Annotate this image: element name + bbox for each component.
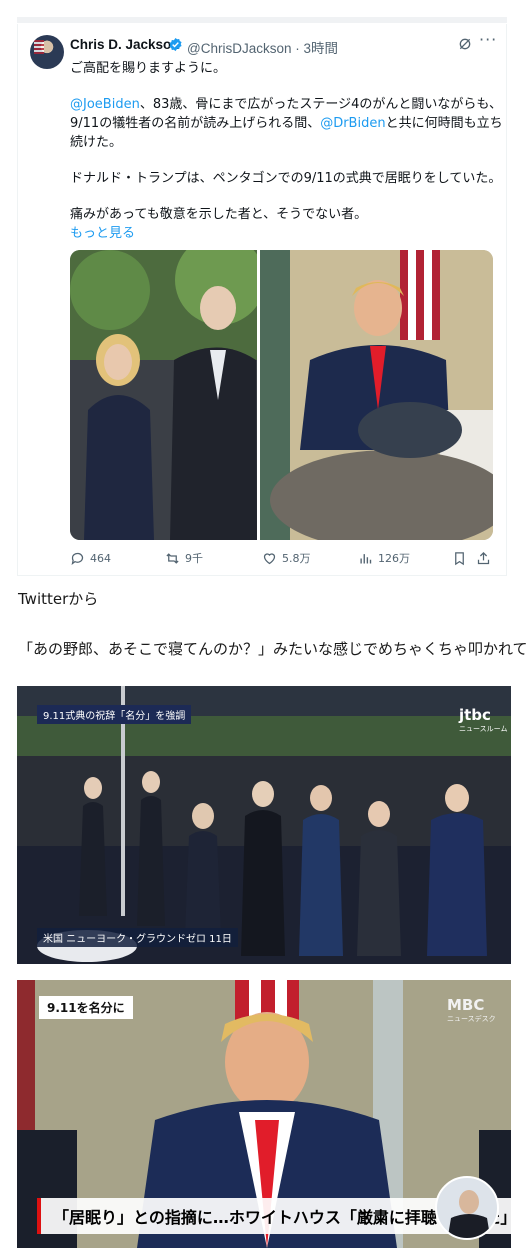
- source-caption: Twitterから: [18, 590, 99, 608]
- tweet-text: ご高配を賜りますように。 @JoeBiden、83歳、骨にまで広がったステージ4…: [70, 59, 503, 243]
- mbc-logo: MBC ニュースデスク: [447, 996, 496, 1023]
- reply-icon: [71, 552, 84, 565]
- author-handle: @ChrisDJackson · 3時間: [187, 41, 339, 56]
- show-more-link[interactable]: もっと見る: [70, 224, 490, 243]
- tweet-card[interactable]: Chris D. Jackson @ChrisDJackson · 3時間 ··…: [17, 24, 507, 576]
- mention-link[interactable]: @DrBiden: [320, 116, 385, 131]
- tweet-line: 続けた。: [70, 135, 123, 150]
- news-image-jtbc: 9.11式典の祝辞「名分」を強調 jtbc ニュースルーム 米国 ニューヨーク・グ…: [17, 686, 511, 964]
- tweet-actions: 464 9千 5.8万 126万: [70, 548, 494, 568]
- repost-icon: [166, 552, 179, 564]
- tweet-line: @JoeBiden、83歳、骨にまで広がったステージ4のがんと闘いながらも、: [70, 97, 502, 112]
- heart-icon: [263, 552, 276, 564]
- news-topic-tag: 9.11式典の祝辞「名分」を強調: [37, 705, 192, 724]
- tweet-line: 痛みがあっても敬意を示した者と、そうでない者。: [70, 207, 368, 222]
- grok-icon[interactable]: [457, 36, 473, 52]
- bookmark-button[interactable]: [452, 548, 467, 568]
- mention-link[interactable]: @JoeBiden: [70, 97, 140, 112]
- bookmark-icon: [455, 551, 464, 565]
- feed-divider: [17, 17, 507, 23]
- repost-button[interactable]: 9千: [165, 548, 203, 568]
- share-button[interactable]: [476, 548, 491, 568]
- tweet-line: ご高配を賜りますように。: [70, 61, 227, 76]
- reply-button[interactable]: 464: [70, 548, 111, 568]
- news-topic-tag: 9.11を名分に: [39, 996, 133, 1019]
- views-button[interactable]: 126万: [358, 548, 410, 568]
- location-caption: 米国 ニューヨーク・グラウンドゼロ 11日: [37, 928, 238, 947]
- photo-biden-ceremony[interactable]: [70, 250, 257, 540]
- tweet-line: ドナルド・トランプは、ペンタゴンでの9/11の式典で居眠りをしていた。: [70, 171, 502, 186]
- sign-language-interpreter: [435, 1176, 499, 1240]
- share-icon: [477, 551, 490, 564]
- comment-caption: 「あの野郎、あそこで寝てんのか？」みたいな感じでめちゃくちゃ叩かれてる: [18, 640, 528, 658]
- news-image-mbc: 9.11を名分に MBC ニュースデスク 「居眠り」との指摘に…ホワイトハウス「厳…: [17, 980, 511, 1248]
- more-options-icon[interactable]: ···: [479, 32, 497, 51]
- photo-trump-seated[interactable]: [260, 250, 493, 540]
- tweet-line: 9/11の犠牲者の名前が読み上げられる間、@DrBidenと共に何時間も立ち: [70, 116, 503, 131]
- verified-badge-icon: [169, 37, 182, 52]
- author-name[interactable]: Chris D. Jackson: [70, 37, 180, 52]
- like-button[interactable]: 5.8万: [262, 548, 311, 568]
- tweet-media[interactable]: [70, 250, 493, 540]
- avatar[interactable]: [30, 35, 64, 69]
- bar-chart-icon: [360, 553, 372, 563]
- jtbc-logo: jtbc ニュースルーム: [459, 706, 508, 733]
